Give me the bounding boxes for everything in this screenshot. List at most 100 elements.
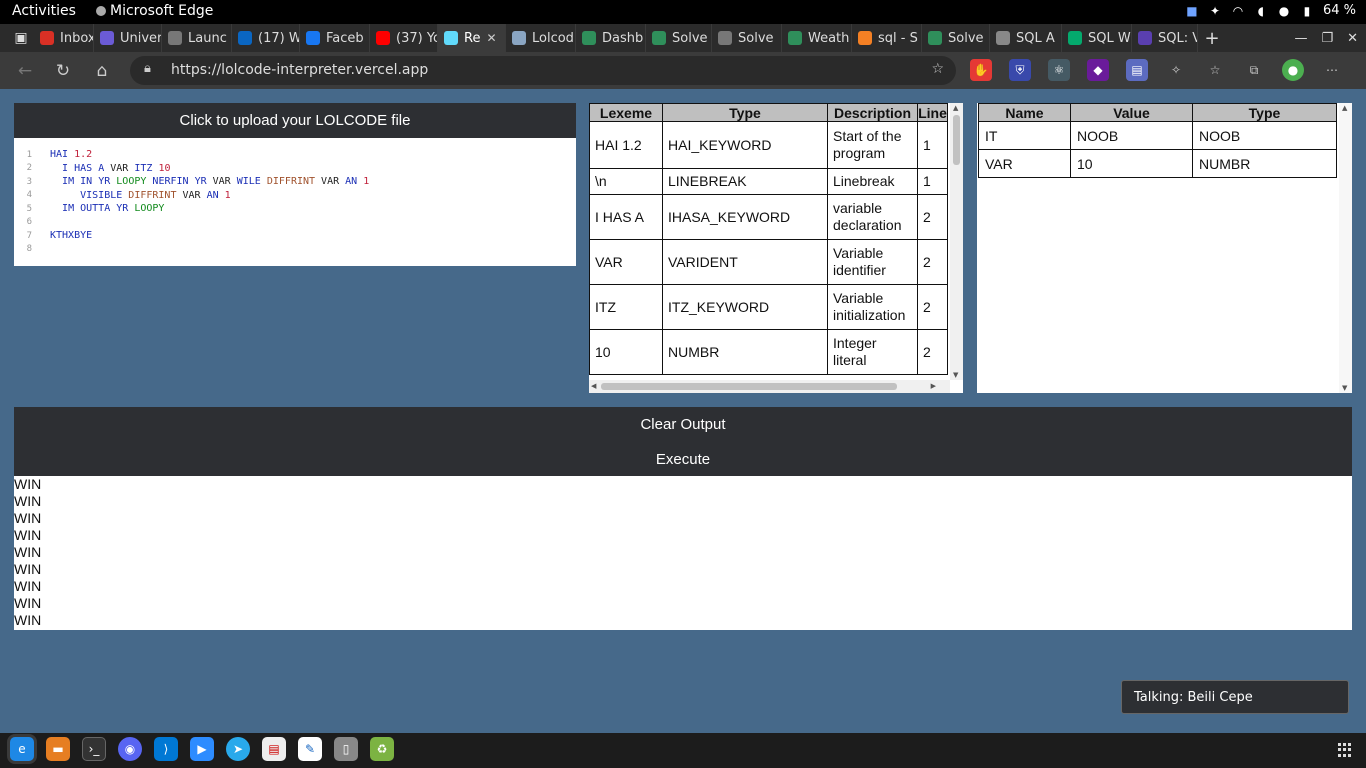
lexeme-cell: 2 [917, 239, 948, 285]
tab-weather[interactable]: Weath [782, 24, 852, 52]
tab-actions-button[interactable]: ▣ [8, 24, 34, 52]
tab-page[interactable]: Solve [712, 24, 782, 52]
tab-solve[interactable]: Solve [646, 24, 712, 52]
activities-button[interactable]: Activities [12, 3, 76, 19]
tab-w3schools[interactable]: SQL W [1062, 24, 1132, 52]
code-line[interactable]: 6 [14, 216, 576, 230]
code-line[interactable]: 7 KTHXBYE [14, 229, 576, 243]
add-favorite-icon[interactable]: ☆ [931, 61, 944, 77]
code-text[interactable]: HAI 1.2 [50, 149, 92, 160]
tab-lolcode[interactable]: Lolcod [506, 24, 576, 52]
telegram-dock-icon[interactable]: ➤ [226, 737, 250, 761]
minimize-icon[interactable]: — [1294, 31, 1307, 46]
accessibility-icon: ✦ [1209, 3, 1220, 18]
tab-gmail[interactable]: Inbox [34, 24, 94, 52]
code-line[interactable]: 5 IM OUTTA YR LOOPY [14, 202, 576, 216]
tab-solve[interactable]: Solve [922, 24, 990, 52]
document-dock-icon[interactable]: ▤ [262, 737, 286, 761]
vscode-dock-icon[interactable]: ⟩ [154, 737, 178, 761]
lolcode-icon [512, 31, 526, 45]
trash-dock-icon[interactable]: ♻ [370, 737, 394, 761]
screen-share-icon: ■ [1186, 3, 1198, 18]
close-window-icon[interactable]: ✕ [1347, 31, 1358, 46]
archive-dock-icon[interactable]: ▯ [334, 737, 358, 761]
symbol-cell: 10 [1070, 149, 1193, 178]
new-tab-button[interactable]: + [1198, 24, 1226, 52]
code-line[interactable]: 1 HAI 1.2 [14, 148, 576, 162]
tab-page[interactable]: Launc [162, 24, 232, 52]
tab-react[interactable]: Re ✕ [438, 24, 506, 52]
code-line[interactable]: 8 [14, 243, 576, 257]
close-tab-icon[interactable]: ✕ [486, 31, 496, 45]
code-text[interactable]: I HAS A VAR ITZ 10 [50, 163, 170, 174]
tab-sql[interactable]: SQL: V [1132, 24, 1198, 52]
profile-avatar[interactable]: ● [1282, 59, 1304, 81]
restore-icon[interactable]: ❐ [1321, 31, 1333, 46]
tab-label: Faceb [326, 30, 364, 46]
discord-dock-icon[interactable]: ◉ [118, 737, 142, 761]
code-text[interactable]: KTHXBYE [50, 230, 92, 241]
tab-facebook[interactable]: Faceb [300, 24, 370, 52]
clear-output-button[interactable]: Clear Output [14, 407, 1352, 442]
edge-dock-icon[interactable]: e [10, 737, 34, 761]
tab-stackoverflow[interactable]: sql - S [852, 24, 922, 52]
favorites-icon[interactable]: ☆ [1204, 59, 1226, 81]
output-line: WIN [14, 578, 42, 594]
code-line[interactable]: 2 I HAS A VAR ITZ 10 [14, 162, 576, 176]
lexeme-vertical-scrollbar[interactable]: ▲ ▼ [950, 103, 963, 380]
tab-bar: ▣ Inbox Univer Launc (17) W Faceb (37) Yo Re ✕ L… [0, 24, 1366, 52]
text-editor-dock-icon[interactable]: ✎ [298, 737, 322, 761]
back-button[interactable]: ← [12, 58, 38, 84]
code-text[interactable]: VISIBLE DIFFRINT VAR AN 1 [50, 190, 231, 201]
code-text[interactable]: IM IN YR LOOPY NERFIN YR VAR WILE DIFFRI… [50, 176, 369, 187]
more-menu-icon[interactable]: ⋯ [1321, 59, 1343, 81]
taskbar-dock: e ▬ ›_ ◉ ⟩ ▶ ➤ ▤ ✎ ▯ ♻ [0, 733, 1366, 768]
react-devtools-icon[interactable]: ⚛ [1048, 59, 1070, 81]
app-menu[interactable]: Microsoft Edge [96, 3, 213, 19]
line-number: 4 [26, 190, 32, 201]
home-button[interactable]: ⌂ [89, 58, 115, 84]
code-editor[interactable]: 1 HAI 1.2 2 I HAS A VAR ITZ 10 3 IM IN YR L… [14, 138, 576, 256]
refresh-button[interactable]: ↻ [50, 58, 76, 84]
symbol-cell: NOOB [1070, 121, 1193, 150]
youtube-icon [376, 31, 390, 45]
extensions-icon[interactable]: ✧ [1165, 59, 1187, 81]
lexeme-horizontal-scrollbar[interactable]: ◀ ▶ [589, 380, 950, 393]
lexeme-row: HAI 1.2 HAI_KEYWORD Start of the program 1 [589, 121, 948, 169]
symbol-cell: NOOB [1192, 121, 1337, 150]
stop-extension-icon[interactable]: ✋ [970, 59, 992, 81]
symbol-vertical-scrollbar[interactable]: ▲ ▼ [1339, 103, 1352, 393]
notification-toast[interactable]: Talking: Beili Cepe [1121, 680, 1349, 714]
tab-dashboard[interactable]: Dashb [576, 24, 646, 52]
url-text[interactable]: https://lolcode-interpreter.vercel.app [171, 62, 428, 78]
zoom-dock-icon[interactable]: ▶ [190, 737, 214, 761]
upload-file-button[interactable]: Click to upload your LOLCODE file [14, 103, 576, 138]
tab-youtube[interactable]: (37) Yo [370, 24, 438, 52]
show-apps-icon[interactable] [1338, 743, 1352, 757]
linkedin-icon [238, 31, 252, 45]
collections-icon[interactable]: ⧉ [1243, 59, 1265, 81]
code-line[interactable]: 4 VISIBLE DIFFRINT VAR AN 1 [14, 189, 576, 203]
symbol-table: Name Value Type IT NOOB NOOB VAR 10 NUMBR [978, 103, 1337, 178]
address-bar[interactable]: 🔒︎ https://lolcode-interpreter.vercel.ap… [130, 56, 956, 85]
battery-percentage: 64 % [1322, 3, 1356, 18]
tab-linkedin[interactable]: (17) W [232, 24, 300, 52]
code-line[interactable]: 3 IM IN YR LOOPY NERFIN YR VAR WILE DIFF… [14, 175, 576, 189]
battery-icon: ▮ [1303, 3, 1311, 18]
extension-badge-icon[interactable]: ◆ [1087, 59, 1109, 81]
tab-sql[interactable]: SQL A [990, 24, 1062, 52]
files-dock-icon[interactable]: ▬ [46, 737, 70, 761]
code-text[interactable]: IM OUTTA YR LOOPY [50, 203, 164, 214]
shield-extension-icon[interactable]: ⛨ [1009, 59, 1031, 81]
lexeme-cell: HAI_KEYWORD [662, 121, 828, 169]
terminal-dock-icon[interactable]: ›_ [82, 737, 106, 761]
line-number: 8 [26, 244, 32, 255]
lock-icon[interactable]: 🔒︎ [144, 61, 151, 76]
execute-button[interactable]: Execute [14, 442, 1352, 477]
notes-extension-icon[interactable]: ▤ [1126, 59, 1148, 81]
tab-label: Dashb [602, 30, 644, 46]
tab-university[interactable]: Univer [94, 24, 162, 52]
symbol-row: VAR 10 NUMBR [978, 149, 1337, 178]
system-tray[interactable]: ■ ✦ ◠ ◖ ● ▮ 64 % [1185, 3, 1356, 18]
solve-icon [928, 31, 942, 45]
